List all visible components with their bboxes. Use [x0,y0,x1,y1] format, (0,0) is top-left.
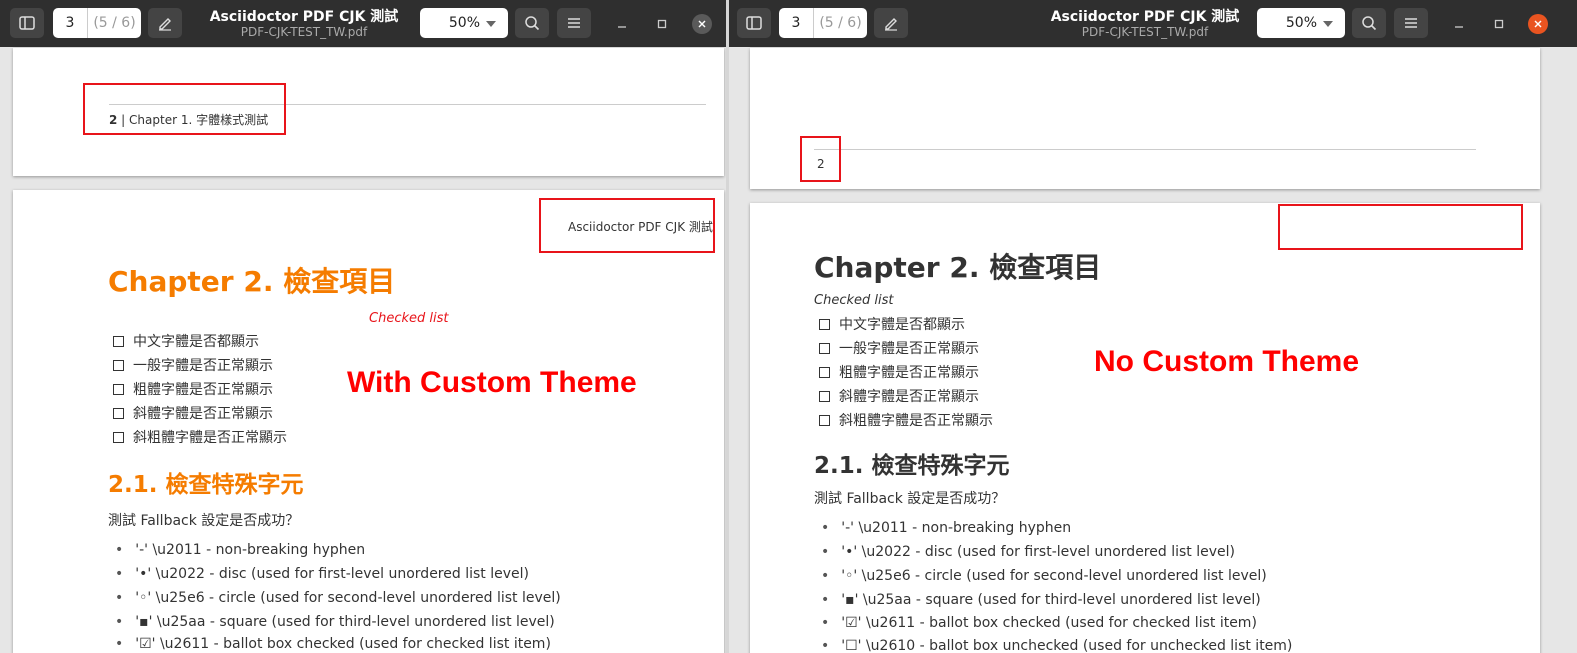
section-title: 2.1. 檢查特殊字元 [108,472,304,498]
zoom-select[interactable]: 50% [420,8,508,38]
checklist-item: 一般字體是否正常顯示 [113,355,273,375]
highlight-header-box [539,198,715,253]
close-icon [692,14,712,34]
highlight-footer-box [800,136,841,182]
page-total-label: (5 / 6) [819,15,862,31]
bullet-item: • '‑' \u2011 - non-breaking hyphen [821,520,1072,536]
checkbox-icon [113,336,124,347]
current-page-sheet: Chapter 2. 檢查項目 Checked list 中文字體是否都顯示 一… [750,203,1540,653]
window-subtitle: PDF-CJK-TEST_TW.pdf [1081,25,1209,39]
maximize-button[interactable] [652,14,672,34]
search-icon [1362,16,1377,31]
checkbox-icon [819,343,830,354]
sidebar-toggle-icon [19,16,35,30]
checkbox-icon [819,319,830,330]
checkbox-icon [113,360,124,371]
minimize-icon [618,26,626,28]
bullet-item: • '▪' \u25aa - square (used for third-lev… [821,592,1261,608]
window-subtitle: PDF-CJK-TEST_TW.pdf [240,25,368,39]
header-bar: 3 (5 / 6) Asciidoctor PDF CJK 測試 PDF-CJK… [0,0,726,47]
annotate-button[interactable] [874,8,908,38]
checklist-item: 粗體字體是否正常顯示 [113,379,273,399]
sidebar-toggle-button[interactable] [737,8,771,38]
chevron-down-icon [1323,21,1333,27]
sidebar-toggle-icon [746,16,762,30]
checkbox-icon [819,391,830,402]
overlay-label: With Custom Theme [347,366,637,399]
page-navigator[interactable]: 3 (5 / 6) [779,8,867,38]
bullet-item: • '☑' \u2611 - ballot box checked (used f… [115,636,551,652]
bullet-item: • '☐' \u2610 - ballot box unchecked (used… [821,638,1293,653]
chevron-down-icon [486,21,496,27]
intro-paragraph: 測試 Fallback 設定是否成功？ [108,513,300,529]
main-menu-button[interactable] [1394,8,1428,38]
checked-list-title: Checked list [814,293,894,308]
zoom-value: 50% [448,15,480,31]
page-current-input[interactable]: 3 [53,8,88,38]
page-current-input[interactable]: 3 [779,8,814,38]
window-title: Asciidoctor PDF CJK 測試 [209,9,399,25]
annotate-button[interactable] [148,8,182,38]
search-icon [525,16,540,31]
minimize-button[interactable] [612,14,632,34]
section-title: 2.1. 檢查特殊字元 [814,453,1010,479]
checkbox-icon [113,432,124,443]
hamburger-menu-icon [1405,18,1417,28]
checked-list-title: Checked list [369,311,449,326]
checklist-item: 斜體字體是否正常顯示 [819,386,979,406]
checklist-item: 中文字體是否都顯示 [113,331,259,351]
intro-paragraph: 測試 Fallback 設定是否成功？ [814,491,1006,507]
checkbox-icon [819,367,830,378]
checklist-item: 一般字體是否正常顯示 [819,338,979,358]
right-document-viewer-window: 3 (5 / 6) Asciidoctor PDF CJK 測試 PDF-CJK… [729,0,1577,653]
zoom-select[interactable]: 50% [1257,8,1345,38]
bullet-item: • '◦' \u25e6 - circle (used for second-le… [115,590,561,606]
sidebar-toggle-button[interactable] [10,8,44,38]
footer-rule [814,149,1476,150]
maximize-icon [657,19,667,29]
bullet-item: • '•' \u2022 - disc (used for first-level… [821,544,1235,560]
annotate-pen-icon [159,18,171,31]
left-document-viewer-window: 3 (5 / 6) Asciidoctor PDF CJK 測試 PDF-CJK… [0,0,726,653]
annotate-pen-icon [885,18,897,31]
bullet-item: • '☑' \u2611 - ballot box checked (used f… [821,615,1257,631]
chapter-title: Chapter 2. 檢查項目 [108,265,396,298]
maximize-icon [1494,19,1504,29]
checkbox-icon [113,384,124,395]
current-page-sheet: Asciidoctor PDF CJK 測試 Chapter 2. 檢查項目 C… [13,190,724,653]
previous-page-sheet: 2 [750,48,1540,189]
checklist-item: 粗體字體是否正常顯示 [819,362,979,382]
checkbox-icon [819,415,830,426]
checklist-item: 斜體字體是否正常顯示 [113,403,273,423]
minimize-button[interactable] [1449,14,1469,34]
bullet-item: • '‑' \u2011 - non-breaking hyphen [115,542,366,558]
overlay-label: No Custom Theme [1094,345,1360,378]
close-button[interactable] [692,14,712,34]
maximize-button[interactable] [1489,14,1509,34]
highlight-header-box [1278,204,1523,250]
window-title: Asciidoctor PDF CJK 測試 [1050,9,1240,25]
bullet-item: • '▪' \u25aa - square (used for third-lev… [115,614,555,630]
zoom-value: 50% [1285,15,1317,31]
header-bar: 3 (5 / 6) Asciidoctor PDF CJK 測試 PDF-CJK… [729,0,1577,47]
checklist-item: 斜粗體字體是否正常顯示 [113,427,287,447]
search-button[interactable] [1352,8,1386,38]
chapter-title: Chapter 2. 檢查項目 [814,251,1102,284]
main-menu-button[interactable] [557,8,591,38]
previous-page-sheet: 2 | Chapter 1. 字體樣式測試 [13,48,724,176]
close-button[interactable] [1528,14,1548,34]
minimize-icon [1455,26,1463,28]
bullet-item: • '•' \u2022 - disc (used for first-level… [115,566,529,582]
search-button[interactable] [515,8,549,38]
close-icon [1528,14,1548,34]
checklist-item: 中文字體是否都顯示 [819,314,965,334]
checklist-item: 斜粗體字體是否正常顯示 [819,410,993,430]
page-navigator[interactable]: 3 (5 / 6) [53,8,141,38]
checkbox-icon [113,408,124,419]
bullet-item: • '◦' \u25e6 - circle (used for second-le… [821,568,1267,584]
highlight-footer-box [83,83,286,135]
hamburger-menu-icon [568,18,580,28]
page-total-label: (5 / 6) [93,15,136,31]
